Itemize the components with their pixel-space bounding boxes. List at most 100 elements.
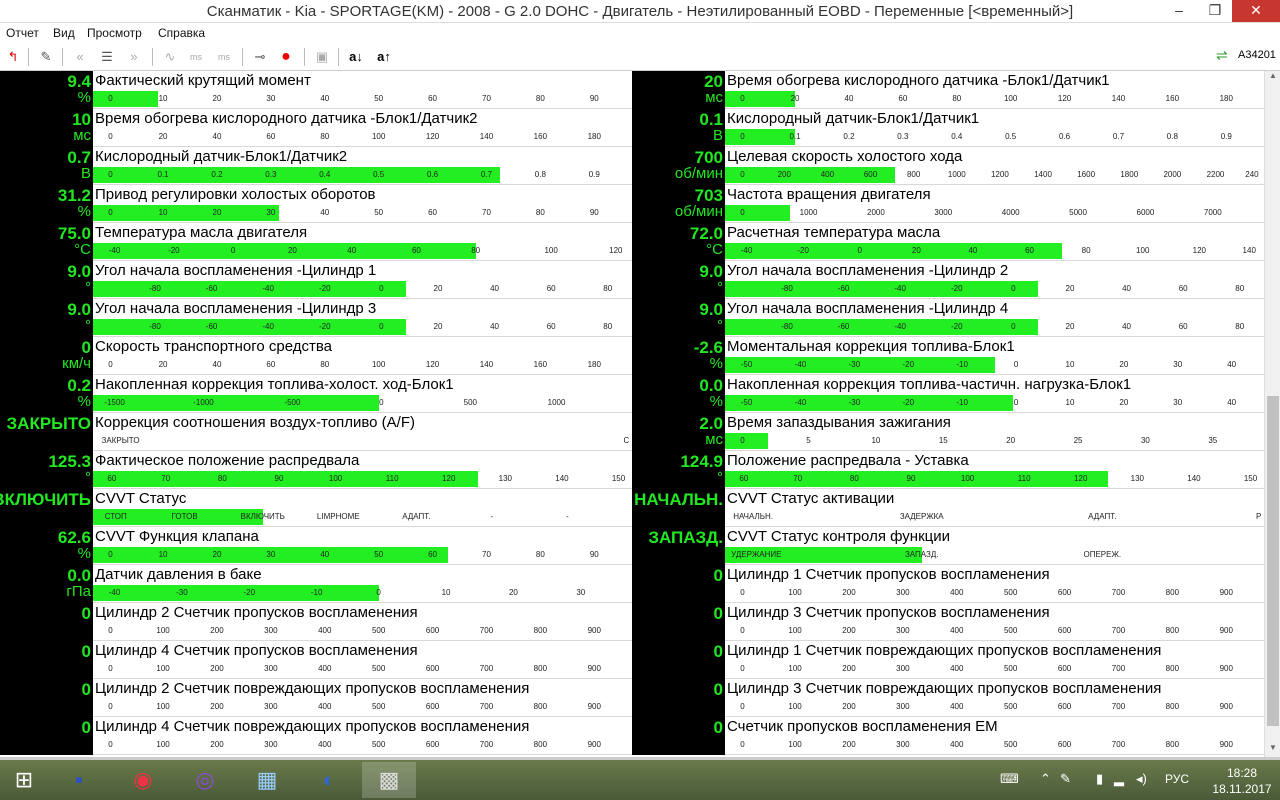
control-panel-icon[interactable]: ▦ <box>240 762 294 798</box>
parameter-row[interactable]: 700 об/мин Целевая скорость холостого хода… <box>632 147 1264 185</box>
scroll-down-icon[interactable]: ▼ <box>1265 743 1280 757</box>
parameter-row[interactable]: -2.6% Моментальная коррекция топлива-Блок… <box>632 337 1264 375</box>
sort-desc-icon[interactable]: a↑ <box>374 47 394 67</box>
scale-tick-label: -20 <box>902 398 915 407</box>
parameter-row[interactable]: 0 Цилиндр 4 Счетчик повреждающих пропуско… <box>0 717 632 755</box>
show-hidden-icon[interactable]: ⌃ <box>1040 771 1051 787</box>
scale-tick-label: 20 <box>287 246 297 255</box>
scale-tick-label: 240 <box>1245 170 1259 179</box>
value-box: 0.7 В <box>0 147 93 185</box>
parameter-row[interactable]: 9.0 ° Угол начала воспламенения -Цилиндр 4… <box>632 299 1264 337</box>
parameter-row[interactable]: 62.6% CVVT Функция клапана 0 10 20 30 40 50 60 70… <box>0 527 632 565</box>
list-icon[interactable]: ☰ <box>97 47 117 67</box>
scale-tick-label: 100 <box>788 588 802 597</box>
parameter-row[interactable]: 0 Цилиндр 2 Счетчик повреждающих пропуско… <box>0 679 632 717</box>
parameter-row[interactable]: НАЧАЛЬН. CVVT Статус активации НАЧАЛЬН. ЗАД… <box>632 489 1264 527</box>
windows-start-icon[interactable]: ⊞ <box>0 762 48 798</box>
parameter-row[interactable]: 31.2% Привод регулировки холостых оборото… <box>0 185 632 223</box>
parameter-row[interactable]: 0.0 гПа Датчик давления в баке -40 -30 -20 -10… <box>0 565 632 603</box>
scale-tick-label: 20 <box>212 208 222 217</box>
scale-tick-label: 100 <box>371 360 386 369</box>
close-button[interactable]: ✕ <box>1232 0 1280 22</box>
scale-tick-label: 2200 <box>1206 170 1225 179</box>
parameter-row[interactable]: 0.2% Накопленная коррекция топлива-холост… <box>0 375 632 413</box>
clock-time[interactable]: 18:28 <box>1212 766 1272 780</box>
maximize-button[interactable]: ❐ <box>1200 0 1230 22</box>
parameter-row[interactable]: 0 Цилиндр 3 Счетчик повреждающих пропуско… <box>632 679 1264 717</box>
scale-tick-label: 10 <box>158 94 168 103</box>
parameter-row[interactable]: 125.3 ° Фактическое положение распредвала 6… <box>0 451 632 489</box>
parameter-row[interactable]: 75.0 °C Температура масла двигателя -40 -20 0… <box>0 223 632 261</box>
scale-tick-label: 300 <box>264 664 278 673</box>
parameter-row[interactable]: 10 мс Время обогрева кислородного датчика … <box>0 109 632 147</box>
signal-icon[interactable]: ▂ <box>1114 771 1124 787</box>
pen-icon[interactable]: ✎ <box>1060 771 1071 787</box>
keyboard-icon[interactable]: ⌨ <box>1000 771 1019 787</box>
parameter-row[interactable]: 124.9 ° Положение распредвала - Уставка 60 7… <box>632 451 1264 489</box>
vertical-scrollbar[interactable]: ▲ ▼ <box>1264 71 1280 757</box>
parameter-row[interactable]: 9.4% Фактический крутящий момент 0 10 20 30 40… <box>0 71 632 109</box>
browser-icon[interactable]: ◐ <box>302 762 356 798</box>
parameter-row[interactable]: 0 Цилиндр 1 Счетчик повреждающих пропуско… <box>632 641 1264 679</box>
prev-page-icon[interactable]: « <box>70 47 90 67</box>
wave-icon[interactable]: ∿ <box>160 47 180 67</box>
parameter-row[interactable]: 0.1 В Кислородный датчик-Блок1/Датчик1 0 0.1… <box>632 109 1264 147</box>
scanmatic-app-icon[interactable]: ▩ <box>362 762 416 798</box>
language-indicator[interactable]: РУС <box>1165 772 1189 786</box>
parameter-row[interactable]: ВКЛЮЧИТЬ CVVT Статус СТОП ГОТОВ ВКЛЮЧИТЬ LIMP… <box>0 489 632 527</box>
parameter-row[interactable]: 0 Цилиндр 4 Счетчик пропусков воспламенен… <box>0 641 632 679</box>
scale-tick-label: 40 <box>347 246 357 255</box>
value-box: 0 <box>632 641 725 679</box>
parameter-row[interactable]: 0 км/ч Скорость транспортного средства 0 20 4… <box>0 337 632 375</box>
connect-icon[interactable]: ⊸ <box>250 47 270 67</box>
parameter-label: Угол начала воспламенения -Цилиндр 1 <box>95 262 377 279</box>
parameter-unit: % <box>77 393 91 410</box>
menu-report[interactable]: Отчет <box>6 26 39 40</box>
menu-help[interactable]: Справка <box>158 26 205 40</box>
parameter-row[interactable]: 0.7 В Кислородный датчик-Блок1/Датчик2 0 0.1… <box>0 147 632 185</box>
edit-icon[interactable]: ✎ <box>36 47 56 67</box>
parameter-row[interactable]: 0 Цилиндр 1 Счетчик пропусков воспламенен… <box>632 565 1264 603</box>
next-page-icon[interactable]: » <box>124 47 144 67</box>
clock-date[interactable]: 18.11.2017 <box>1212 782 1272 796</box>
minimize-button[interactable]: – <box>1164 0 1194 22</box>
parameter-row[interactable]: 9.0 ° Угол начала воспламенения -Цилиндр 2… <box>632 261 1264 299</box>
floppy-app-icon[interactable]: ▪ <box>52 762 106 798</box>
viber-icon[interactable]: ◎ <box>178 762 232 798</box>
parameter-row[interactable]: 0 Цилиндр 2 Счетчик пропусков воспламенен… <box>0 603 632 641</box>
parameter-row[interactable]: 9.0 ° Угол начала воспламенения -Цилиндр 1… <box>0 261 632 299</box>
menu-browse[interactable]: Просмотр <box>87 26 142 40</box>
parameter-row[interactable]: 2.0 мс Время запаздывания зажигания 0 5 10 15 2… <box>632 413 1264 451</box>
record-icon[interactable]: ● <box>276 47 296 67</box>
save-icon[interactable]: ▣ <box>312 47 332 67</box>
scale-tick-label: 140 <box>479 360 494 369</box>
parameter-row[interactable]: ЗАКРЫТО Коррекция соотношения воздух-топл… <box>0 413 632 451</box>
parameter-row[interactable]: 0 Цилиндр 3 Счетчик пропусков воспламенен… <box>632 603 1264 641</box>
scale-tick-label: 0 <box>740 702 745 711</box>
scale-tick-label: 40 <box>1227 398 1237 407</box>
sort-asc-icon[interactable]: a↓ <box>346 47 366 67</box>
chrome-icon[interactable]: ◉ <box>116 762 170 798</box>
scale-tick-label: 50 <box>374 94 384 103</box>
parameter-row[interactable]: 0.0% Накопленная коррекция топлива-частич… <box>632 375 1264 413</box>
parameter-row[interactable]: 703 об/мин Частота вращения двигателя 0 1000… <box>632 185 1264 223</box>
scale-tick-label: 80 <box>217 474 227 483</box>
scale-tick-label: 5 <box>806 436 811 445</box>
ms-plus-icon[interactable]: ms <box>214 47 234 67</box>
scale-tick-label: 0.6 <box>1059 132 1071 141</box>
volume-icon[interactable]: ◂) <box>1136 771 1147 787</box>
parameter-row[interactable]: 9.0 ° Угол начала воспламенения -Цилиндр 3… <box>0 299 632 337</box>
parameter-row[interactable]: 20 мс Время обогрева кислородного датчика … <box>632 71 1264 109</box>
parameter-row[interactable]: ЗАПАЗД. CVVT Статус контроля функции УДЕРЖ… <box>632 527 1264 565</box>
value-box: ВКЛЮЧИТЬ <box>0 489 93 527</box>
scroll-up-icon[interactable]: ▲ <box>1265 71 1280 85</box>
scroll-thumb[interactable] <box>1267 396 1279 726</box>
scale-tick-label: 80 <box>603 322 613 331</box>
parameter-row[interactable]: 72.0 °C Расчетная температура масла -40 -20 0… <box>632 223 1264 261</box>
value-box: 0 <box>632 717 725 755</box>
ms-minus-icon[interactable]: ms <box>186 47 206 67</box>
back-arrow-icon[interactable]: ↰ <box>3 47 23 67</box>
menu-view[interactable]: Вид <box>53 26 75 40</box>
parameter-row[interactable]: 0 Счетчик пропусков воспламенения ЕМ 0 100 2… <box>632 717 1264 755</box>
battery-icon[interactable]: ▮ <box>1096 771 1103 787</box>
